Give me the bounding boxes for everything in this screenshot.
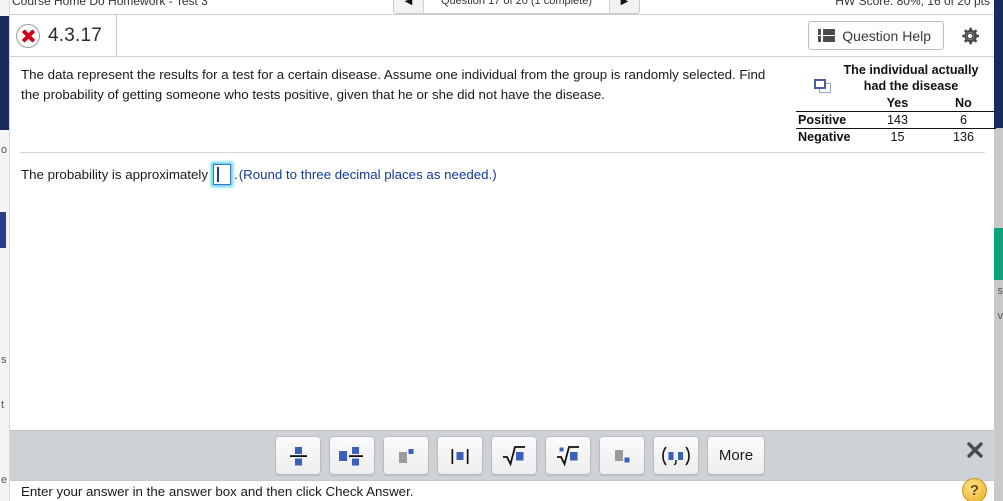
- next-question-button[interactable]: ▶: [609, 0, 639, 13]
- square-root-icon: [503, 445, 525, 467]
- cell-negative-no: 136: [930, 128, 996, 146]
- list-icon: [818, 29, 836, 42]
- topbar-left-label: Course Home Do Homework - Test 3: [12, 0, 208, 8]
- math-toolbar: More: [275, 436, 765, 475]
- status-message: Enter your answer in the answer box and …: [21, 484, 414, 499]
- answer-input[interactable]: [212, 164, 231, 185]
- table-title-line-1: The individual actually: [843, 63, 979, 77]
- square-root-button[interactable]: [491, 436, 537, 475]
- close-x-icon[interactable]: [966, 441, 984, 459]
- background-left-text: o s t e: [1, 144, 8, 486]
- incorrect-x-icon: [16, 24, 40, 48]
- answer-prompt-label: The probability is approximately: [21, 167, 208, 182]
- status-bar: Enter your answer in the answer box and …: [10, 478, 994, 501]
- math-toolbar-panel: More: [10, 430, 994, 480]
- previous-question-button[interactable]: ◀: [394, 0, 424, 13]
- section-divider: [20, 152, 985, 153]
- question-help-button[interactable]: Question Help: [808, 21, 944, 50]
- gear-icon[interactable]: [958, 24, 982, 48]
- table-row: Positive 143 6: [796, 111, 996, 129]
- subscript-button[interactable]: [599, 436, 645, 475]
- exponent-button[interactable]: [383, 436, 429, 475]
- mixed-number-button[interactable]: [329, 436, 375, 475]
- interval-notation-icon: [662, 446, 690, 465]
- table-corner-cell: [796, 95, 864, 112]
- popout-window-icon[interactable]: [814, 79, 832, 93]
- absolute-value-icon: [451, 448, 469, 464]
- interval-notation-button[interactable]: [653, 436, 699, 475]
- browser-tab-strip: Course Home Do Homework - Test 3 ◀ Quest…: [10, 0, 994, 15]
- question-navigator[interactable]: ◀ Question 17 of 20 (1 complete) ▶: [393, 0, 640, 14]
- contingency-table: The individual actually had the disease …: [796, 63, 996, 146]
- cell-negative-yes: 15: [864, 128, 931, 146]
- row-label-positive: Positive: [796, 111, 864, 129]
- table-title: The individual actually had the disease: [826, 63, 996, 94]
- fraction-button[interactable]: [275, 436, 321, 475]
- question-help-label: Question Help: [842, 27, 931, 44]
- nth-root-icon: [557, 445, 579, 467]
- question-page: o s t e s v Course Home Do Homework - Te…: [0, 0, 1003, 501]
- disease-results-table: Yes No Positive 143 6 Negative 15 136: [796, 95, 996, 146]
- table-header-row: Yes No: [796, 95, 996, 112]
- homework-score-label: HW Score: 80%, 16 of 20 pts: [835, 0, 990, 8]
- cell-positive-no: 6: [930, 111, 996, 129]
- question-body: The data represent the results for a tes…: [10, 57, 996, 152]
- question-text: The data represent the results for a tes…: [21, 67, 766, 103]
- answer-period: .: [233, 167, 238, 182]
- rounding-hint: (Round to three decimal places as needed…: [238, 167, 497, 182]
- question-number-label: 4.3.17: [48, 25, 103, 46]
- mixed-number-icon: [339, 446, 363, 465]
- nth-root-button[interactable]: [545, 436, 591, 475]
- fraction-icon: [290, 446, 307, 465]
- answer-row: The probability is approximately . (Roun…: [21, 164, 497, 185]
- row-label-negative: Negative: [796, 128, 864, 146]
- cell-positive-yes: 143: [864, 111, 931, 129]
- question-header: 4.3.17 Question Help: [10, 15, 994, 57]
- question-counter-label: Question 17 of 20 (1 complete): [424, 0, 609, 13]
- table-row: Negative 15 136: [796, 128, 996, 146]
- more-button[interactable]: More: [707, 436, 765, 475]
- question-number-box: 4.3.17: [10, 15, 117, 57]
- help-question-icon[interactable]: ?: [962, 478, 987, 501]
- table-title-line-2: had the disease: [863, 78, 959, 93]
- subscript-icon: [615, 449, 630, 462]
- absolute-value-button[interactable]: [437, 436, 483, 475]
- exponent-icon: [399, 448, 414, 463]
- column-header-yes: Yes: [886, 96, 909, 111]
- column-header-no: No: [955, 96, 972, 111]
